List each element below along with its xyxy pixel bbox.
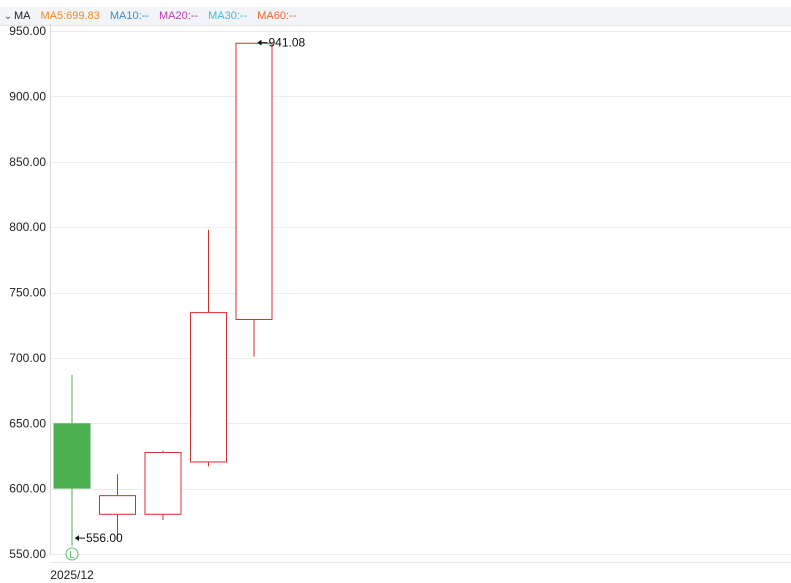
candle-body bbox=[190, 312, 227, 463]
annotation-arrow-head bbox=[75, 535, 79, 542]
y-tick-label: 900.00 bbox=[9, 89, 46, 103]
y-tick-label: 650.00 bbox=[9, 416, 46, 430]
y-tick-label: 800.00 bbox=[9, 220, 46, 234]
annotation-label: 941.08 bbox=[269, 36, 306, 50]
candle-body bbox=[99, 495, 136, 515]
y-tick-label: 850.00 bbox=[9, 155, 46, 169]
candle-body bbox=[53, 423, 91, 489]
candle-body bbox=[144, 452, 182, 515]
y-tick-label: 700.00 bbox=[9, 351, 46, 365]
y-tick-label: 750.00 bbox=[9, 286, 46, 300]
y-tick-label: 600.00 bbox=[9, 482, 46, 496]
y-tick-label: 550.00 bbox=[9, 547, 46, 561]
annotation-label: 556.00 bbox=[86, 531, 123, 545]
candle-body bbox=[235, 42, 273, 320]
y-tick-label: 950.00 bbox=[9, 24, 46, 38]
candlestick-chart[interactable]: 950.00 900.00 850.00 800.00 750.00 700.00 650.… bbox=[0, 0, 791, 583]
x-tick-label: 2025/12 bbox=[50, 568, 94, 582]
low-marker-label: L bbox=[69, 550, 75, 561]
